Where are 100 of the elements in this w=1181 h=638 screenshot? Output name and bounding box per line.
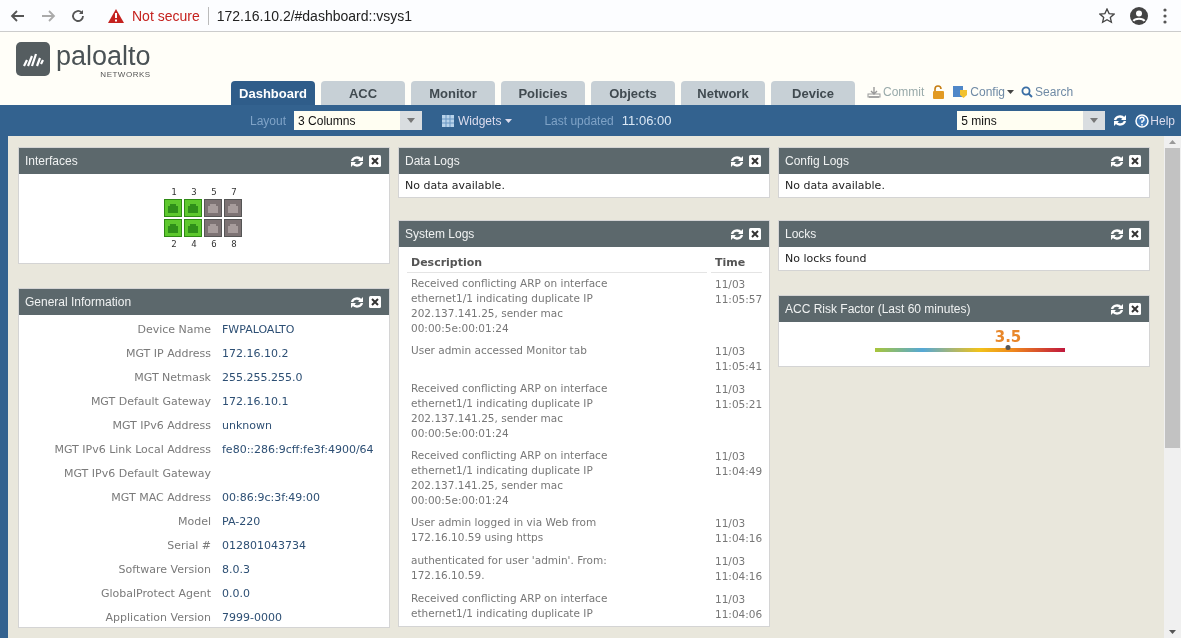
port-number: 5 [210, 187, 218, 197]
field-value: 255.255.255.0 [222, 370, 304, 386]
field-value: 0.0.0 [222, 586, 251, 602]
log-description: authenticated for user 'admin'. From: 172.16.10.59. [410, 553, 608, 583]
log-description: Received conflicting ARP on interface ethernet1/1 indicating duplicate IP 202.137.141.25, sender mac 00:00:5e:00:01:24 [410, 448, 609, 508]
config-icon [952, 84, 969, 99]
field-label: MGT IPv6 Default Gateway [63, 466, 211, 482]
log-description: User admin accessed Monitor tab [410, 343, 588, 358]
empty-message: No data available. [404, 178, 506, 194]
field-label: MGT IP Address [124, 346, 211, 362]
port-number: 3 [190, 187, 198, 197]
field-label: MGT IPv6 Address [111, 418, 211, 434]
field-label: Device Name [136, 322, 211, 338]
dropdown-arrow-icon[interactable] [1090, 118, 1099, 123]
scrollbar-thumb[interactable] [1165, 148, 1180, 448]
widget-title: Interfaces [25, 154, 79, 168]
log-time: 11:04:16 [715, 569, 763, 584]
field-label: Serial # [166, 538, 211, 554]
refresh-icon[interactable] [350, 295, 364, 309]
close-icon[interactable] [1129, 155, 1141, 167]
log-description: Received conflicting ARP on interface ethernet1/1 indicating duplicate IP 202.137.141.25, sender mac 00:00:5e:00:01:24 [410, 276, 609, 336]
interval-dropdown[interactable]: 5 mins [957, 111, 1106, 130]
ethernet-port-icon[interactable] [204, 219, 222, 237]
log-description: User admin logged in via Web from 172.16.10.59 using https [410, 515, 598, 545]
close-icon[interactable] [1129, 228, 1141, 240]
column-header: Time [711, 251, 763, 273]
menu-icon[interactable] [1163, 7, 1167, 24]
refresh-icon[interactable] [730, 227, 744, 241]
reload-icon[interactable] [70, 7, 86, 24]
widgets-menu[interactable]: Widgets [442, 113, 513, 128]
warning-icon [108, 8, 124, 23]
widget-title: Config Logs [785, 154, 851, 168]
refresh-icon[interactable] [1113, 114, 1128, 127]
lock-icon[interactable] [931, 84, 946, 99]
field-label: MGT Default Gateway [89, 394, 211, 410]
search-button[interactable]: Search [1021, 84, 1074, 99]
close-icon[interactable] [749, 155, 761, 167]
log-date: 11/03 [715, 592, 746, 607]
layout-dropdown[interactable]: 3 Columns [294, 111, 423, 130]
widget-title: General Information [25, 295, 133, 309]
empty-message: No locks found [784, 251, 868, 267]
refresh-icon[interactable] [1110, 227, 1124, 241]
refresh-icon[interactable] [350, 154, 364, 168]
refresh-icon[interactable] [1110, 154, 1124, 168]
log-time: 11:04:06 [715, 607, 763, 622]
log-date: 11/03 [715, 344, 746, 359]
scroll-down-icon[interactable] [1169, 630, 1176, 634]
nav-tab[interactable]: Monitor [411, 81, 495, 105]
address-bar[interactable]: 172.16.10.2/#dashboard::vsys1 [216, 7, 413, 24]
field-value: unknown [222, 418, 273, 434]
field-value: FWPALOALTO [222, 322, 296, 338]
close-icon[interactable] [369, 155, 381, 167]
widget-title: Data Logs [405, 154, 461, 168]
field-label: Model [176, 514, 211, 530]
dropdown-arrow-icon[interactable] [407, 118, 416, 123]
help-button[interactable]: Help [1135, 113, 1175, 128]
field-label: Software Version [117, 562, 211, 578]
nav-tab[interactable]: ACC [321, 81, 405, 105]
star-icon[interactable] [1099, 7, 1115, 24]
risk-score: 3.5 [994, 328, 1022, 346]
last-updated-time: 11:06:00 [621, 113, 672, 128]
log-date: 11/03 [715, 382, 746, 397]
log-date: 11/03 [715, 516, 746, 531]
nav-tab[interactable]: Network [681, 81, 765, 105]
caret-icon [505, 118, 513, 123]
nav-tab[interactable]: Device [771, 81, 855, 105]
widget-title: ACC Risk Factor (Last 60 minutes) [785, 302, 972, 316]
close-icon[interactable] [749, 228, 761, 240]
account-icon[interactable] [1129, 5, 1149, 26]
log-time: 11:05:41 [715, 359, 763, 374]
ethernet-port-icon[interactable] [224, 199, 242, 217]
port-number: 6 [210, 239, 218, 249]
log-time: 11:04:49 [715, 464, 763, 479]
port-number: 2 [170, 239, 178, 249]
config-button[interactable]: Config [952, 84, 1015, 99]
port-number: 8 [230, 239, 238, 249]
nav-tab[interactable]: Policies [501, 81, 585, 105]
field-label: MGT Netmask [133, 370, 211, 386]
back-icon[interactable] [10, 7, 26, 24]
column-header: Description [407, 251, 707, 273]
field-value: 7999-0000 [222, 610, 283, 626]
log-time: 11:04:16 [715, 531, 763, 546]
scrollbar[interactable] [1164, 136, 1181, 638]
close-icon[interactable] [1129, 303, 1141, 315]
empty-message: No data available. [784, 178, 886, 194]
nav-tab[interactable]: Objects [591, 81, 675, 105]
log-description: Received conflicting ARP on interface ethernet1/1 indicating duplicate IP 202.137.141.25, sender mac 00:00:5e:00:01:24 [410, 381, 609, 441]
nav-tab[interactable]: Dashboard [231, 81, 315, 105]
logo-text: paloalto [56, 42, 151, 70]
caret-icon [1007, 89, 1015, 94]
field-value: 00:86:9c:3f:49:00 [222, 490, 322, 506]
layout-label: Layout [250, 113, 287, 128]
close-icon[interactable] [369, 296, 381, 308]
security-warning[interactable]: Not secure [132, 7, 200, 24]
ethernet-port-icon[interactable] [224, 219, 242, 237]
refresh-icon[interactable] [730, 154, 744, 168]
field-label: Application Version [104, 610, 211, 626]
refresh-icon[interactable] [1110, 302, 1124, 316]
ethernet-port-icon[interactable] [204, 199, 222, 217]
field-value: 172.16.10.1 [222, 394, 290, 410]
